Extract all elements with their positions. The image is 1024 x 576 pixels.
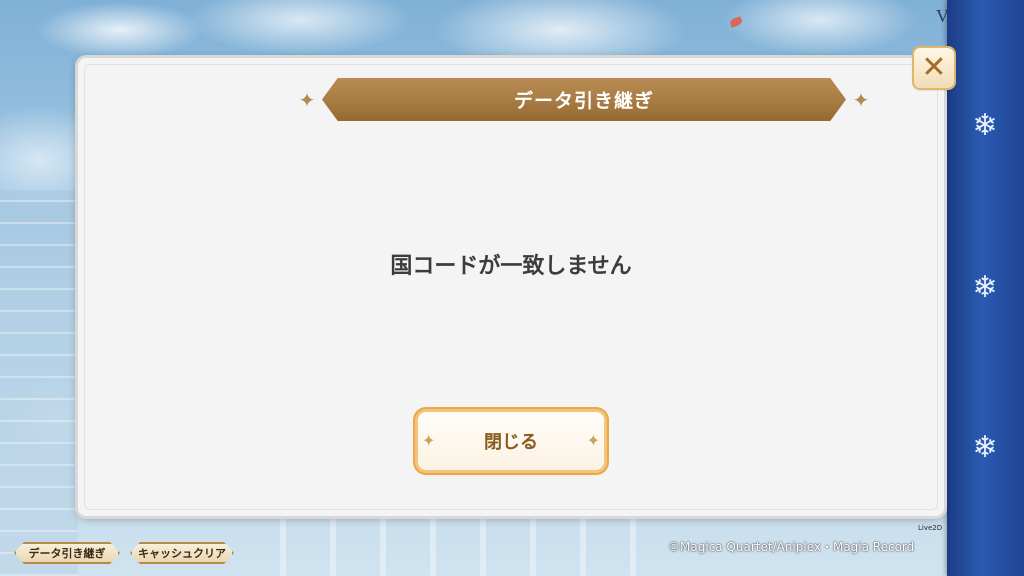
background-arches	[280, 512, 680, 576]
snowflake-icon: ❄	[972, 108, 998, 143]
cache-clear-tab-label: キャッシュクリア	[138, 547, 226, 560]
data-transfer-tab-label: データ引き継ぎ	[28, 547, 106, 560]
close-button-label: 閉じる	[484, 432, 538, 453]
live2d-logo: Live2D	[918, 524, 943, 532]
close-icon: ✕	[921, 50, 947, 85]
dialog-close-x-button[interactable]: ✕	[914, 48, 954, 88]
background-building	[0, 190, 78, 576]
ornament-right-icon: ✦	[852, 87, 870, 112]
right-sidebar: ❄ ❄ ❄	[947, 0, 1024, 576]
snowflake-icon: ❄	[972, 430, 998, 465]
dialog-title: データ引き継ぎ	[513, 90, 654, 112]
copyright-text: ©Magica Quartet/Aniplex・Magia Record	[668, 540, 915, 554]
close-button[interactable]: ✦ 閉じる ✦	[418, 412, 604, 470]
button-ornament-left-icon: ✦	[422, 431, 436, 450]
ornament-left-icon: ✦	[298, 87, 316, 112]
game-screen: V ❄ ❄ ❄ ✦ ✦ データ引き継ぎ 国コードが一致しません ✦ 閉じる ✦ …	[0, 0, 1024, 576]
snowflake-icon: ❄	[972, 270, 998, 305]
data-transfer-tab[interactable]: データ引き継ぎ	[14, 542, 120, 564]
dialog-title-banner: ✦ ✦ データ引き継ぎ	[299, 78, 869, 121]
error-message: 国コードが一致しません	[390, 254, 632, 279]
data-transfer-dialog: ✦ ✦ データ引き継ぎ 国コードが一致しません ✦ 閉じる ✦	[78, 58, 944, 516]
cache-clear-tab[interactable]: キャッシュクリア	[130, 542, 234, 564]
button-ornament-right-icon: ✦	[586, 431, 600, 450]
